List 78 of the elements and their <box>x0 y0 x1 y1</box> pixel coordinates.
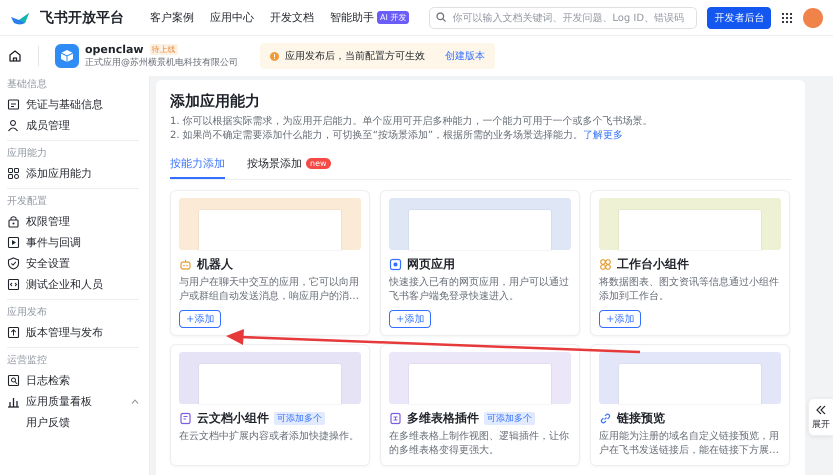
app-icon <box>55 44 79 68</box>
page-title: 添加应用能力 <box>170 92 261 111</box>
upload-icon <box>7 326 20 339</box>
status-badge: 待上线 <box>150 44 178 55</box>
add-button[interactable]: +添加 <box>179 310 222 328</box>
sidebar-item[interactable]: 权限管理 <box>7 211 139 232</box>
app-subtitle: 正式应用@苏州横景机电科技有限公司 <box>85 56 238 69</box>
create-version-link[interactable]: 创建版本 <box>445 49 485 63</box>
learn-more-link[interactable]: 了解更多 <box>583 130 624 141</box>
card-description: 将数据图表、图文资讯等信息通过小组件添加到工作台。 <box>599 276 780 304</box>
card-description: 快速接入已有的网页应用，用户可以通过飞书客户端免登录快速进入。 <box>389 276 570 304</box>
search-icon <box>436 12 446 22</box>
card-title: 链接预览 <box>617 410 665 427</box>
double-chevron-icon <box>815 405 827 415</box>
caret-icon[interactable] <box>131 399 139 404</box>
new-badge: new <box>306 158 331 169</box>
sidebar-item[interactable]: 事件与回调 <box>7 232 139 253</box>
card-description: 应用能为注册的域名自定义链接预览，用户在飞书发送链接后，能在链接下方展… <box>599 430 780 458</box>
notice-text: 应用发布后，当前配置方可生效 <box>285 50 425 63</box>
multi-add-tag: 可添加多个 <box>274 412 325 425</box>
search-field[interactable]: 你可以输入文档关键词、开发问题、Log ID、错误码 <box>429 7 698 30</box>
sidebar-item[interactable]: 凭证与基础信息 <box>7 94 139 115</box>
lock-icon <box>7 215 20 228</box>
sidebar-item[interactable]: 安全设置 <box>7 253 139 274</box>
doc-icon <box>179 412 192 425</box>
section-heading: 开发配置 <box>7 194 48 209</box>
instruction-text: 1. 你可以根据实际需求，为应用开启能力。单个应用可开启多种能力，一个能力可用于一个或多个飞书场景。 <box>170 115 654 129</box>
sidebar-item[interactable]: 用户反馈 <box>7 412 139 433</box>
add-button[interactable]: +添加 <box>599 310 642 328</box>
card-title: 多维表格插件 <box>407 410 479 427</box>
grid-icon <box>7 167 20 180</box>
sidebar-item[interactable]: 添加应用能力 <box>7 163 139 184</box>
console-button[interactable]: 开发者后台 <box>707 6 772 28</box>
shield-icon <box>7 257 20 270</box>
card-title: 机器人 <box>197 256 233 273</box>
app-name: openclaw <box>85 43 144 56</box>
log-search-icon <box>7 374 20 387</box>
ai-badge: AI 开发 <box>377 11 410 24</box>
instruction-text: 2. 如果尚不确定需要添加什么能力，可切换至“按场景添加”，根据所需的业务场景选择能力。了解更多 <box>170 129 624 143</box>
sidebar-item[interactable]: 日志检索 <box>7 370 139 391</box>
sidebar-item[interactable]: 成员管理 <box>7 115 139 136</box>
avatar[interactable] <box>803 8 823 28</box>
expand-button[interactable]: 展开 <box>808 398 833 436</box>
section-heading: 应用能力 <box>7 146 48 161</box>
card-title: 网页应用 <box>407 256 455 273</box>
nav-link[interactable]: 智能助手 AI 开发 <box>330 10 410 25</box>
section-heading: 基础信息 <box>7 78 48 92</box>
site-logo: 飞书开放平台 <box>40 8 124 26</box>
home-icon[interactable] <box>8 49 22 63</box>
play-icon <box>7 236 20 249</box>
nav-link[interactable]: 应用中心 <box>210 10 254 25</box>
nav-link[interactable]: 开发文档 <box>270 10 314 25</box>
card-description: 在云文档中扩展内容或者添加快捷操作。 <box>179 430 360 444</box>
section-heading: 运营监控 <box>7 354 48 368</box>
nav-link[interactable]: 客户案例 <box>150 10 194 25</box>
tab[interactable]: 按能力添加 <box>170 151 225 179</box>
card-description: 在多维表格上制作视图、逻辑插件，让你的多维表格变得更强大。 <box>389 430 570 458</box>
link-icon <box>599 412 612 425</box>
section-heading: 应用发布 <box>7 306 48 320</box>
tab[interactable]: 按场景添加 new <box>247 151 331 179</box>
bar-chart-icon <box>7 395 20 408</box>
card-description: 与用户在聊天中交互的应用，它可以向用户或群组自动发送消息，响应用户的消… <box>179 276 360 304</box>
card-title: 云文档小组件 <box>197 410 269 427</box>
card-title: 工作台小组件 <box>617 256 689 273</box>
apps-grid-icon[interactable] <box>781 12 794 24</box>
add-button[interactable]: +添加 <box>389 310 432 328</box>
robot-icon <box>179 258 192 271</box>
sidebar-item[interactable]: 版本管理与发布 <box>7 322 139 343</box>
id-card-icon <box>7 98 20 111</box>
warning-icon <box>270 52 279 60</box>
multi-add-tag: 可添加多个 <box>484 412 535 425</box>
web-icon <box>389 258 402 271</box>
code-icon <box>7 278 20 291</box>
person-icon <box>7 119 20 132</box>
table-icon <box>389 412 402 425</box>
sidebar-item[interactable]: 测试企业和人员 <box>7 274 139 295</box>
sidebar-item[interactable]: 应用质量看板 <box>7 391 139 412</box>
widget-icon <box>599 258 612 271</box>
